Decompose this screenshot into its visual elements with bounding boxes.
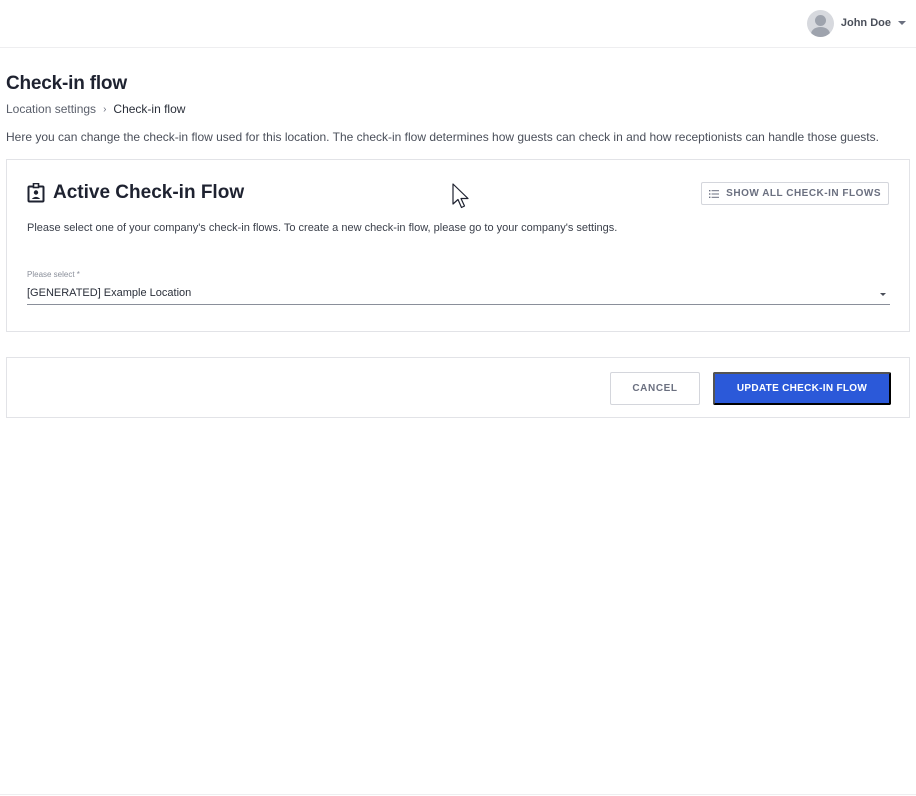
actions-card: CANCEL UPDATE CHECK-IN FLOW bbox=[6, 357, 910, 418]
update-check-in-flow-button[interactable]: UPDATE CHECK-IN FLOW bbox=[713, 372, 891, 405]
breadcrumb-location-settings[interactable]: Location settings bbox=[6, 102, 96, 116]
breadcrumb: Location settings › Check-in flow bbox=[6, 102, 185, 116]
badge-icon bbox=[27, 183, 45, 203]
list-icon bbox=[709, 189, 720, 198]
check-in-flow-select[interactable]: [GENERATED] Example Location bbox=[27, 284, 890, 305]
page-divider bbox=[0, 794, 916, 795]
user-name: John Doe bbox=[840, 17, 891, 29]
select-label: Please select * bbox=[27, 270, 80, 279]
top-bar: John Doe bbox=[0, 0, 916, 48]
select-value: [GENERATED] Example Location bbox=[27, 287, 192, 299]
page-title: Check-in flow bbox=[6, 73, 127, 94]
card-instructions: Please select one of your company's chec… bbox=[27, 222, 618, 234]
mouse-pointer-icon bbox=[452, 183, 469, 209]
show-all-flows-label: SHOW ALL CHECK-IN FLOWS bbox=[726, 188, 881, 199]
page-description: Here you can change the check-in flow us… bbox=[6, 130, 879, 144]
user-avatar-icon bbox=[806, 9, 834, 37]
breadcrumb-separator-icon: › bbox=[103, 103, 107, 115]
breadcrumb-current: Check-in flow bbox=[113, 102, 186, 116]
user-menu[interactable]: John Doe bbox=[806, 8, 906, 38]
card-header: Active Check-in Flow bbox=[27, 182, 244, 204]
cancel-button[interactable]: CANCEL bbox=[610, 372, 700, 405]
card-title: Active Check-in Flow bbox=[53, 182, 245, 203]
dropdown-arrow-icon bbox=[880, 293, 886, 296]
caret-down-icon bbox=[898, 21, 906, 25]
show-all-flows-button[interactable]: SHOW ALL CHECK-IN FLOWS bbox=[701, 182, 889, 205]
